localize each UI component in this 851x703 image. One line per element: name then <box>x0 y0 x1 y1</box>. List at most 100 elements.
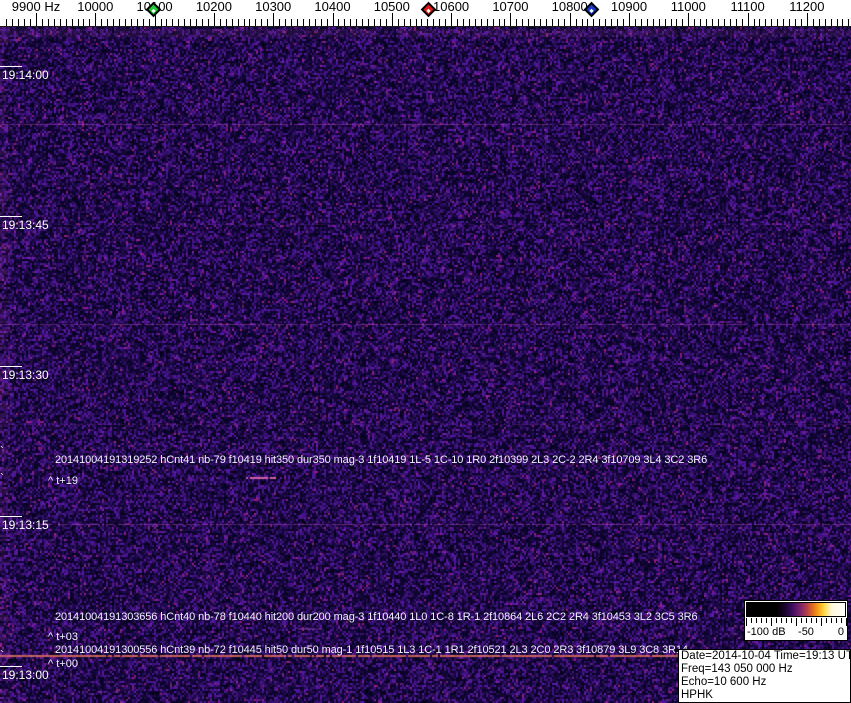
frequency-tick <box>825 19 826 26</box>
frequency-tick <box>712 19 713 26</box>
frequency-tick <box>208 19 209 26</box>
frequency-tick <box>60 19 61 26</box>
frequency-tick <box>249 19 250 26</box>
frequency-tick <box>493 19 494 26</box>
frequency-tick <box>469 19 470 26</box>
frequency-tick <box>285 19 286 26</box>
frequency-tick <box>356 19 357 26</box>
time-text: 19:14:00 <box>0 67 49 81</box>
frequency-tick <box>665 19 666 26</box>
frequency-tick <box>742 19 743 26</box>
time-text: 19:13:45 <box>0 217 49 231</box>
frequency-label: 10200 <box>196 0 232 13</box>
frequency-tick <box>754 19 755 26</box>
frequency-tick <box>309 19 310 26</box>
time-label: 19:14:00 <box>0 66 49 81</box>
frequency-tick <box>499 19 500 26</box>
frequency-tick <box>267 19 268 26</box>
time-text: 19:13:00 <box>0 667 49 681</box>
echo-event-time-tag: ^ t+19 <box>48 475 78 487</box>
info-date-time: Date=2014-10-04 Time=19:13 UTC <box>681 650 850 663</box>
frequency-tick <box>386 19 387 26</box>
frequency-tick <box>848 19 849 26</box>
frequency-tick <box>510 13 511 26</box>
frequency-tick <box>190 19 191 26</box>
frequency-tick <box>694 19 695 26</box>
frequency-tick <box>18 19 19 26</box>
frequency-label: 10400 <box>314 0 350 13</box>
legend-tick <box>766 618 767 623</box>
legend-tick <box>751 618 752 623</box>
frequency-tick <box>232 19 233 26</box>
legend-tick <box>791 618 792 623</box>
frequency-label: 11000 <box>671 0 706 13</box>
frequency-tick <box>119 19 120 26</box>
frequency-label: 10700 <box>492 0 528 13</box>
frequency-tick <box>220 19 221 26</box>
frequency-tick <box>24 19 25 26</box>
legend-tick <box>796 618 797 626</box>
frequency-tick <box>552 19 553 26</box>
frequency-tick <box>427 19 428 26</box>
frequency-tick <box>149 19 150 26</box>
frequency-label: 10900 <box>611 0 647 13</box>
info-station-id: HPHK <box>681 689 850 702</box>
frequency-tick <box>736 19 737 26</box>
meteor-spectrogram-window: 9900 Hz100001010010200103001040010500106… <box>0 0 851 703</box>
frequency-tick <box>629 13 630 26</box>
frequency-tick <box>795 19 796 26</box>
frequency-tick <box>528 19 529 26</box>
legend-ticks <box>746 618 846 626</box>
frequency-tick <box>273 13 274 26</box>
time-label: 19:13:00 <box>0 666 49 681</box>
legend-max-label: 0 <box>838 626 844 638</box>
frequency-tick <box>161 19 162 26</box>
frequency-tick <box>6 19 7 26</box>
frequency-tick <box>688 13 689 26</box>
frequency-tick <box>36 13 37 26</box>
frequency-tick <box>641 19 642 26</box>
colormap-gradient <box>746 602 846 617</box>
frequency-tick <box>801 19 802 26</box>
legend-min-label: -100 dB <box>747 626 786 638</box>
echo-edge-mark: ` <box>0 473 4 483</box>
frequency-tick <box>279 19 280 26</box>
frequency-tick <box>748 13 749 26</box>
legend-labels: -100 dB -50 0 <box>745 626 847 639</box>
frequency-tick <box>12 19 13 26</box>
frequency-tick <box>807 13 808 26</box>
frequency-tick <box>534 19 535 26</box>
frequency-tick <box>593 19 594 26</box>
frequency-tick <box>587 19 588 26</box>
legend-tick <box>756 618 757 623</box>
frequency-tick <box>398 19 399 26</box>
frequency-label: 10600 <box>433 0 469 13</box>
legend-tick <box>841 618 842 623</box>
frequency-tick <box>297 19 298 26</box>
frequency-tick <box>42 19 43 26</box>
frequency-tick <box>421 19 422 26</box>
frequency-tick <box>315 19 316 26</box>
frequency-tick <box>831 19 832 26</box>
frequency-tick <box>48 19 49 26</box>
frequency-tick <box>333 13 334 26</box>
legend-tick <box>821 618 822 626</box>
frequency-tick <box>214 13 215 26</box>
frequency-tick <box>202 19 203 26</box>
echo-event-time-tag: ^ t+00 <box>48 658 78 670</box>
frequency-tick <box>504 19 505 26</box>
time-text: 19:13:30 <box>0 367 49 381</box>
frequency-label: 10000 <box>77 0 113 13</box>
frequency-tick <box>611 19 612 26</box>
frequency-tick <box>445 19 446 26</box>
frequency-tick <box>439 19 440 26</box>
time-text: 19:13:15 <box>0 517 49 531</box>
frequency-tick <box>837 19 838 26</box>
spectrogram-display <box>0 27 851 703</box>
observation-info-box: Date=2014-10-04 Time=19:13 UTC Freq=143 … <box>678 649 851 703</box>
frequency-tick <box>303 19 304 26</box>
frequency-tick <box>238 19 239 26</box>
frequency-tick <box>700 19 701 26</box>
frequency-tick <box>95 13 96 26</box>
frequency-tick <box>66 19 67 26</box>
